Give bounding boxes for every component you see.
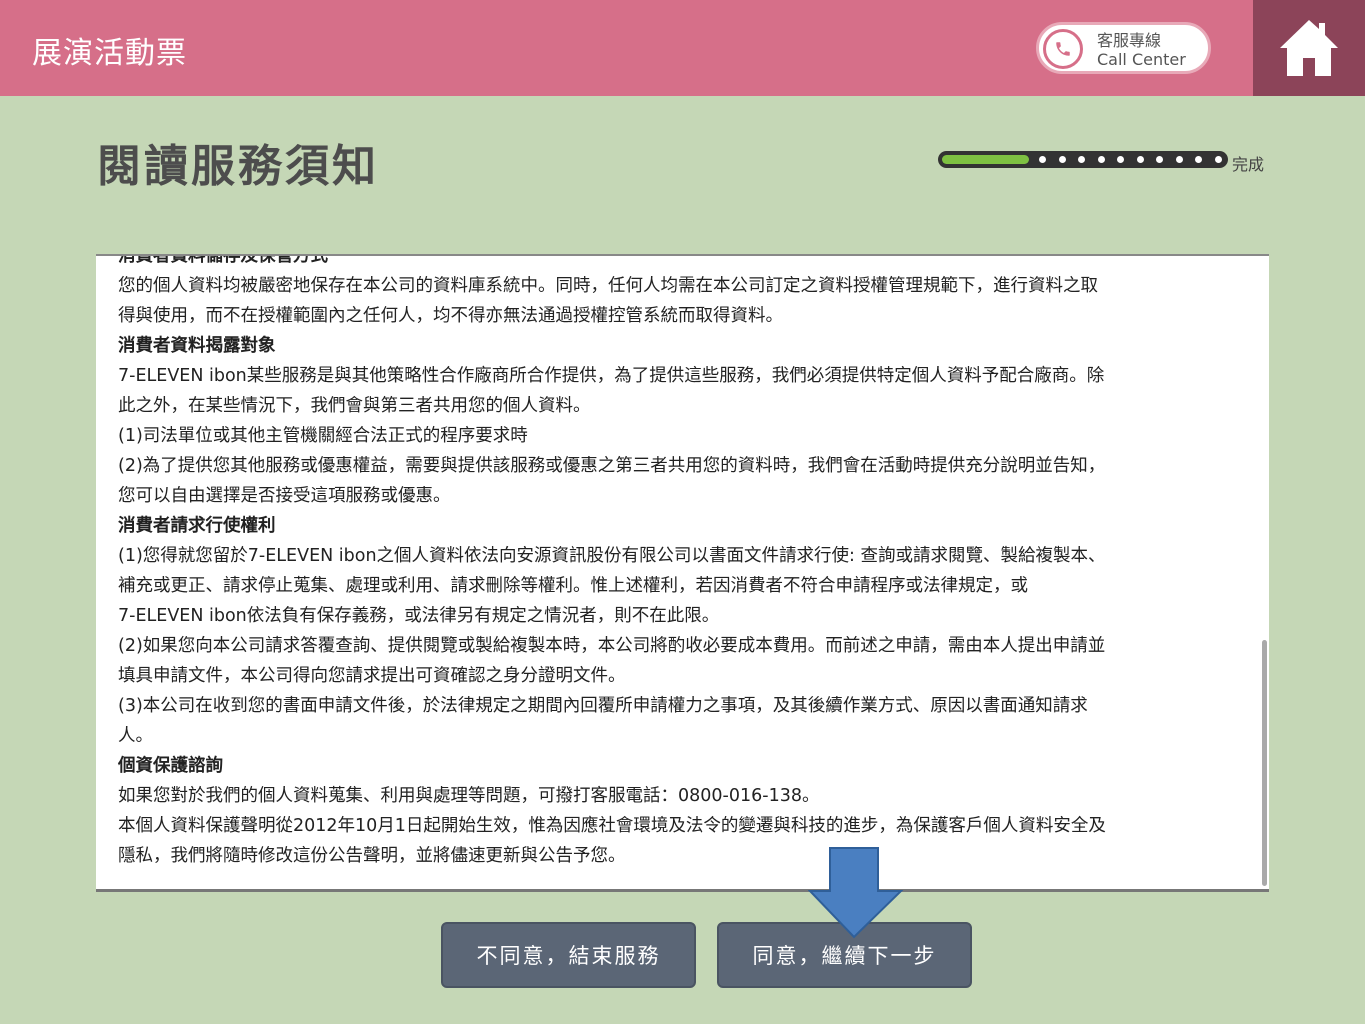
progress-step-dot <box>1039 156 1046 163</box>
notice-line: 7-ELEVEN ibon某些服務是與其他策略性合作廠商所合作提供，為了提供這些… <box>118 366 1105 386</box>
call-center-label: 客服專線 Call Center <box>1097 31 1186 69</box>
decline-button[interactable]: 不同意，結束服務 <box>441 922 696 988</box>
phone-icon <box>1043 29 1083 69</box>
home-icon <box>1280 20 1338 76</box>
notice-line: 得與使用，而不在授權範圍內之任何人，均不得亦無法通過授權控管系統而取得資料。 <box>118 306 783 326</box>
scrollbar[interactable] <box>1262 640 1267 886</box>
notice-heading: 消費者資料儲存及保管方式 <box>118 254 328 266</box>
notice-heading: 個資保護諮詢 <box>118 756 223 776</box>
notice-line: (3)本公司在收到您的書面申請文件後，於法律規定之期間內回覆所申請權力之事項，及… <box>118 696 1088 716</box>
notice-line: 填具申請文件，本公司得向您請求提出可資確認之身分證明文件。 <box>118 666 626 686</box>
notice-line: 您可以自由選擇是否接受這項服務或優惠。 <box>118 486 451 506</box>
notice-line: (1)司法單位或其他主管機關經合法正式的程序要求時 <box>118 426 528 446</box>
progress-step-dot <box>1136 156 1144 163</box>
app-title: 展演活動票 <box>32 36 187 71</box>
progress-step-dot <box>1117 156 1124 163</box>
notice-line: 您的個人資料均被嚴密地保存在本公司的資料庫系統中。同時，任何人均需在本公司訂定之… <box>118 276 1098 296</box>
home-button[interactable] <box>1253 0 1365 96</box>
progress-step-dot <box>1214 156 1222 163</box>
notice-line: 本個人資料保護聲明從2012年10月1日起開始生效，惟為因應社會環境及法令的變遷… <box>118 816 1106 836</box>
header: 展演活動票 客服專線 Call Center <box>0 0 1365 96</box>
notice-line: 7-ELEVEN ibon依法負有保存義務，或法律另有規定之情況者，則不在此限。 <box>118 606 720 626</box>
notice-line: 如果您對於我們的個人資料蒐集、利用與處理等問題，可撥打客服電話：0800-016… <box>118 786 820 806</box>
notice-heading: 消費者資料揭露對象 <box>118 336 276 356</box>
notice-line: (1)您得就您留於7-ELEVEN ibon之個人資料依法向安源資訊股份有限公司… <box>118 546 1106 566</box>
progress-step-dot <box>1078 156 1085 163</box>
notice-line: 補充或更正、請求停止蒐集、處理或利用、請求刪除等權利。惟上述權利，若因消費者不符… <box>118 576 1028 596</box>
call-center-line1: 客服專線 <box>1097 31 1162 50</box>
progress-step-dot <box>1195 156 1202 163</box>
progress-label: 完成 <box>1232 155 1265 174</box>
progress-step-dot <box>1175 156 1183 163</box>
notice-line: (2)如果您向本公司請求答覆查詢、提供閱覽或製給複製本時，本公司將酌收必要成本費… <box>118 636 1106 656</box>
notice-line: 人。 <box>118 726 153 746</box>
progress-fill <box>942 155 1029 164</box>
progress-step-dot <box>1058 156 1066 163</box>
notice-line: (2)為了提供您其他服務或優惠權益，需要與提供該服務或優惠之第三者共用您的資料時… <box>118 456 1106 476</box>
progress-step-dot <box>1156 156 1163 163</box>
service-notice-panel[interactable]: 消費者資料儲存及保管方式您的個人資料均被嚴密地保存在本公司的資料庫系統中。同時，… <box>96 254 1269 892</box>
notice-heading: 消費者請求行使權利 <box>118 516 276 536</box>
notice-text: 消費者資料儲存及保管方式您的個人資料均被嚴密地保存在本公司的資料庫系統中。同時，… <box>118 254 1253 871</box>
notice-line: 隱私，我們將隨時修改這份公告聲明，並將儘速更新與公告予您。 <box>118 846 626 866</box>
call-center-button[interactable]: 客服專線 Call Center <box>1036 22 1211 74</box>
progress-bar <box>938 151 1228 168</box>
page-title: 閱讀服務須知 <box>97 141 379 192</box>
call-center-line2: Call Center <box>1097 50 1186 69</box>
notice-line: 此之外，在某些情況下，我們會與第三者共用您的個人資料。 <box>118 396 591 416</box>
down-arrow-icon <box>808 847 904 939</box>
progress-step-dot <box>1097 156 1105 163</box>
